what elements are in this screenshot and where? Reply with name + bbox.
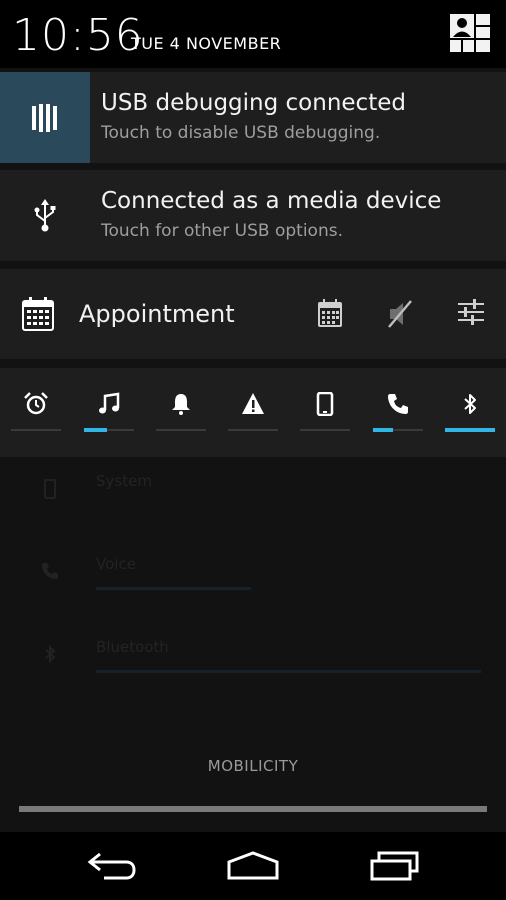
notification-title: USB debugging connected: [101, 90, 406, 116]
volume-level-bar: [84, 428, 134, 432]
volume-level-bar: [11, 429, 61, 431]
background-list-label: Voice: [96, 555, 136, 573]
mute-icon[interactable]: [386, 299, 414, 333]
volume-level-fill: [445, 428, 495, 432]
calendar-icon: [22, 297, 54, 335]
home-icon[interactable]: [225, 850, 281, 886]
phone-call-icon: [386, 392, 410, 416]
notification-subtitle: Touch to disable USB debugging.: [101, 123, 381, 143]
volume-level-bar: [156, 429, 206, 431]
phone-device-icon: [313, 391, 337, 417]
notification-media-device[interactable]: Connected as a media device Touch for ot…: [0, 170, 506, 261]
notification-usb-debugging[interactable]: USB debugging connected Touch to disable…: [0, 72, 506, 163]
alarm-icon: [24, 392, 48, 416]
volume-mode-music[interactable]: [83, 368, 135, 438]
profile-label: Appointment: [79, 300, 235, 328]
background-list-label: System: [96, 472, 152, 490]
volume-level-bar: [228, 429, 278, 431]
status-bar: 10:56 TUE 4 NOVEMBER: [0, 0, 506, 68]
android-debug-icon: [0, 72, 90, 163]
user-switcher-icon[interactable]: [450, 14, 490, 52]
volume-level-bar: [373, 428, 423, 432]
carrier-label: MOBILICITY: [207, 757, 299, 775]
usb-icon: [0, 170, 90, 261]
volume-mode-bluetooth[interactable]: [444, 368, 496, 438]
background-volume-list: System Voice Bluetooth: [0, 457, 506, 737]
volume-mode-alarm[interactable]: [10, 368, 62, 438]
warning-icon: [241, 392, 265, 416]
navigation-bar: [0, 832, 506, 900]
clock: 10:56: [12, 10, 144, 61]
volume-mode-alert[interactable]: [227, 368, 279, 438]
date: TUE 4 NOVEMBER: [131, 34, 282, 53]
volume-level-fill: [84, 428, 107, 432]
volume-mode-voice[interactable]: [372, 368, 424, 438]
phone-call-icon: [40, 561, 60, 581]
shade-drag-handle[interactable]: [19, 806, 487, 812]
background-list-label: Bluetooth: [96, 638, 169, 656]
volume-level-bar: [300, 429, 350, 431]
volume-mode-system[interactable]: [299, 368, 351, 438]
recents-icon[interactable]: [369, 850, 421, 886]
background-volume-bar: [96, 670, 481, 673]
volume-modes: [0, 368, 506, 457]
bluetooth-icon: [458, 392, 482, 416]
volume-mode-notification[interactable]: [155, 368, 207, 438]
settings-sliders-icon[interactable]: [458, 299, 484, 329]
volume-level-bar: [445, 428, 495, 432]
bluetooth-icon: [40, 644, 60, 664]
background-volume-bar: [96, 587, 251, 590]
bell-icon: [169, 392, 193, 416]
calendar-icon[interactable]: [318, 299, 342, 331]
back-icon[interactable]: [86, 850, 138, 886]
music-icon: [97, 392, 121, 416]
profile-row[interactable]: Appointment: [0, 269, 506, 359]
volume-level-fill: [373, 428, 393, 432]
notification-title: Connected as a media device: [101, 188, 442, 214]
phone-device-icon: [40, 479, 60, 499]
notification-subtitle: Touch for other USB options.: [101, 221, 343, 241]
